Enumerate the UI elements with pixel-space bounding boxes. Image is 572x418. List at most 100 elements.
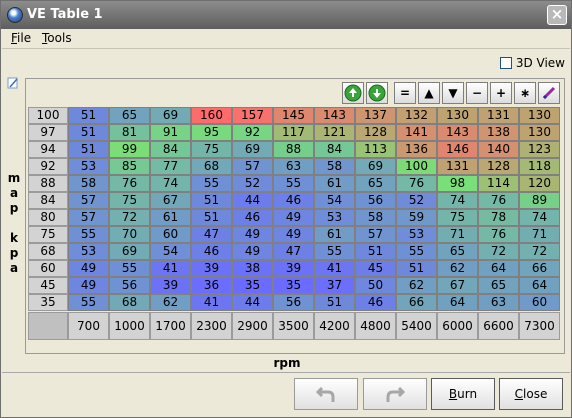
ve-cell[interactable]: 74	[519, 209, 560, 226]
ve-cell[interactable]: 47	[273, 243, 314, 260]
rpm-axis-cell[interactable]: 2300	[191, 312, 232, 340]
ve-cell[interactable]: 64	[478, 260, 519, 277]
ve-cell[interactable]: 65	[355, 175, 396, 192]
ve-cell[interactable]: 95	[191, 124, 232, 141]
ve-cell[interactable]: 65	[478, 277, 519, 294]
ve-cell[interactable]: 58	[314, 158, 355, 175]
ve-cell[interactable]: 51	[191, 209, 232, 226]
ve-cell[interactable]: 55	[191, 175, 232, 192]
ve-cell[interactable]: 65	[437, 243, 478, 260]
ve-cell[interactable]: 58	[355, 209, 396, 226]
ve-cell[interactable]: 53	[68, 243, 109, 260]
ve-cell[interactable]: 61	[150, 209, 191, 226]
ve-cell[interactable]: 67	[437, 277, 478, 294]
ve-cell[interactable]: 56	[109, 277, 150, 294]
ve-cell[interactable]: 51	[68, 124, 109, 141]
set-equal-button[interactable]: =	[394, 82, 416, 104]
ve-cell[interactable]: 130	[519, 107, 560, 124]
rpm-axis-cell[interactable]: 700	[68, 312, 109, 340]
ve-cell[interactable]: 131	[478, 107, 519, 124]
ve-cell[interactable]: 63	[273, 158, 314, 175]
map-axis-cell[interactable]: 45	[28, 277, 68, 294]
ve-cell[interactable]: 51	[68, 107, 109, 124]
ve-cell[interactable]: 61	[314, 226, 355, 243]
ve-cell[interactable]: 137	[355, 107, 396, 124]
ve-cell[interactable]: 56	[355, 192, 396, 209]
ve-cell[interactable]: 75	[437, 209, 478, 226]
ve-cell[interactable]: 54	[150, 243, 191, 260]
ve-cell[interactable]: 74	[150, 175, 191, 192]
ve-cell[interactable]: 36	[191, 277, 232, 294]
ve-cell[interactable]: 51	[355, 243, 396, 260]
ve-cell[interactable]: 52	[232, 175, 273, 192]
ve-cell[interactable]: 57	[68, 192, 109, 209]
ve-cell[interactable]: 50	[355, 277, 396, 294]
ve-cell[interactable]: 47	[191, 226, 232, 243]
ve-cell[interactable]: 132	[396, 107, 437, 124]
map-axis-cell[interactable]: 80	[28, 209, 68, 226]
rpm-axis-cell[interactable]: 6600	[478, 312, 519, 340]
ve-cell[interactable]: 38	[232, 260, 273, 277]
ve-cell[interactable]: 53	[314, 209, 355, 226]
ve-cell[interactable]: 46	[273, 192, 314, 209]
ve-cell[interactable]: 51	[191, 192, 232, 209]
ve-cell[interactable]: 65	[109, 107, 150, 124]
ve-cell[interactable]: 39	[150, 277, 191, 294]
ve-cell[interactable]: 49	[273, 226, 314, 243]
map-axis-cell[interactable]: 75	[28, 226, 68, 243]
ve-cell[interactable]: 76	[478, 226, 519, 243]
ve-cell[interactable]: 61	[314, 175, 355, 192]
ve-cell[interactable]: 72	[478, 243, 519, 260]
rpm-axis-cell[interactable]: 2900	[232, 312, 273, 340]
ve-cell[interactable]: 130	[519, 124, 560, 141]
map-axis-cell[interactable]: 97	[28, 124, 68, 141]
ve-cell[interactable]: 98	[437, 175, 478, 192]
ve-cell[interactable]: 35	[273, 277, 314, 294]
ve-cell[interactable]: 49	[68, 277, 109, 294]
ve-cell[interactable]: 49	[232, 226, 273, 243]
ve-cell[interactable]: 57	[355, 226, 396, 243]
ve-cell[interactable]: 64	[437, 294, 478, 311]
ve-cell[interactable]: 49	[232, 243, 273, 260]
ve-cell[interactable]: 39	[273, 260, 314, 277]
ve-cell[interactable]: 160	[191, 107, 232, 124]
ve-cell[interactable]: 37	[314, 277, 355, 294]
ve-cell[interactable]: 128	[478, 158, 519, 175]
ve-cell[interactable]: 130	[437, 107, 478, 124]
close-button[interactable]: Close	[499, 378, 563, 410]
ve-cell[interactable]: 123	[519, 141, 560, 158]
ve-cell[interactable]: 55	[314, 243, 355, 260]
ve-cell[interactable]: 66	[396, 294, 437, 311]
ve-cell[interactable]: 77	[150, 158, 191, 175]
ve-cell[interactable]: 81	[109, 124, 150, 141]
ve-cell[interactable]: 44	[232, 294, 273, 311]
map-axis-cell[interactable]: 60	[28, 260, 68, 277]
ve-cell[interactable]: 45	[355, 260, 396, 277]
ve-cell[interactable]: 72	[519, 243, 560, 260]
ve-cell[interactable]: 143	[314, 107, 355, 124]
rpm-axis-cell[interactable]: 6000	[437, 312, 478, 340]
ve-cell[interactable]: 113	[355, 141, 396, 158]
ve-cell[interactable]: 88	[273, 141, 314, 158]
ve-cell[interactable]: 57	[68, 209, 109, 226]
ve-cell[interactable]: 76	[109, 175, 150, 192]
ve-cell[interactable]: 59	[396, 209, 437, 226]
ve-cell[interactable]: 52	[396, 192, 437, 209]
ve-cell[interactable]: 141	[396, 124, 437, 141]
redo-button[interactable]	[363, 378, 427, 410]
ve-cell[interactable]: 63	[478, 294, 519, 311]
ve-cell[interactable]: 146	[437, 141, 478, 158]
ve-cell[interactable]: 51	[314, 294, 355, 311]
burn-button[interactable]: Burn	[431, 378, 495, 410]
rpm-axis-cell[interactable]: 7300	[519, 312, 560, 340]
ve-cell[interactable]: 136	[396, 141, 437, 158]
ve-cell[interactable]: 41	[150, 260, 191, 277]
ve-cell[interactable]: 55	[68, 294, 109, 311]
ve-cell[interactable]: 89	[519, 192, 560, 209]
decrease-green-icon[interactable]	[366, 82, 388, 104]
ve-cell[interactable]: 60	[150, 226, 191, 243]
ve-cell[interactable]: 71	[437, 226, 478, 243]
ve-cell[interactable]: 69	[355, 158, 396, 175]
ve-cell[interactable]: 74	[437, 192, 478, 209]
ve-cell[interactable]: 69	[232, 141, 273, 158]
